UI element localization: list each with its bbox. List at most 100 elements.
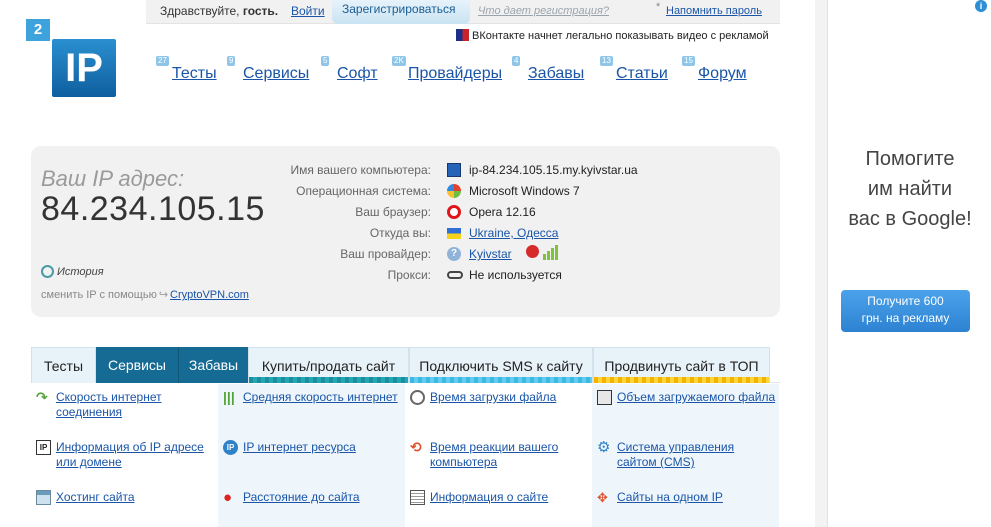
glasses-icon bbox=[447, 271, 463, 279]
tab-services[interactable]: Сервисы bbox=[96, 347, 178, 383]
tab-sms[interactable]: Подключить SMS к сайту bbox=[409, 347, 593, 383]
services-column: ↷ Скорость интернет соединения IP Информац… bbox=[31, 384, 218, 527]
ad-banner[interactable]: i Помогите им найти вас в Google! Получи… bbox=[827, 0, 991, 527]
tab-label[interactable]: Продвинуть сайт в ТОП bbox=[604, 358, 758, 374]
service-link[interactable]: IP интернет ресурса bbox=[243, 440, 403, 455]
service-link[interactable]: Время реакции вашего компьютера bbox=[430, 440, 590, 470]
main-nav: 27 Тесты 9 Сервисы 5 Софт 2K Провайдеры … bbox=[156, 56, 776, 96]
service-link[interactable]: Информация о сайте bbox=[430, 490, 590, 505]
service-link[interactable]: Объем загружаемого файла bbox=[617, 390, 777, 405]
info-value: Microsoft Windows 7 bbox=[469, 184, 580, 198]
service-link[interactable]: Информация об IP адресе или домене bbox=[56, 440, 216, 470]
news-text[interactable]: ВКонтакте начнет легально показывать вид… bbox=[472, 30, 769, 42]
news-line[interactable]: ВКонтакте начнет легально показывать вид… bbox=[456, 29, 769, 42]
service-link[interactable]: Скорость интернет соединения bbox=[56, 390, 216, 420]
service-link[interactable]: Средняя скорость интернет bbox=[243, 390, 403, 405]
computer-icon bbox=[447, 163, 461, 177]
logo-number: 2 bbox=[26, 19, 50, 41]
nav-badge: 2K bbox=[392, 56, 406, 66]
ip-caption: Ваш IP адрес: bbox=[41, 166, 185, 191]
ad-info-icon[interactable]: i bbox=[975, 0, 987, 12]
windows-icon bbox=[447, 184, 461, 198]
info-row-proxy: Прокси: Не используется bbox=[221, 265, 681, 286]
ip-box-icon: IP bbox=[36, 440, 51, 455]
redirect-arrow-icon: ↪ bbox=[158, 289, 169, 301]
ad-headline: Помогите им найти вас в Google! bbox=[828, 144, 991, 234]
nav-badge: 9 bbox=[227, 56, 236, 66]
history-label[interactable]: История bbox=[57, 266, 104, 278]
clock-icon bbox=[410, 390, 425, 405]
location-link[interactable]: Ukraine, Одесса bbox=[469, 226, 558, 240]
nav-label[interactable]: Статьи bbox=[616, 65, 668, 83]
nav-label[interactable]: Сервисы bbox=[243, 65, 309, 83]
nav-label[interactable]: Забавы bbox=[528, 65, 584, 83]
change-ip-prefix: сменить IP с помощью bbox=[41, 289, 157, 301]
info-row-provider: Ваш провайдер: ? Kyivstar bbox=[221, 244, 681, 265]
bug-icon[interactable] bbox=[526, 245, 539, 258]
signal-bars-icon[interactable] bbox=[543, 245, 559, 260]
services-grid: ↷ Скорость интернет соединения IP Информац… bbox=[31, 384, 780, 527]
nav-label[interactable]: Провайдеры bbox=[408, 65, 502, 83]
remind-password-link[interactable]: Напомнить пароль bbox=[666, 5, 762, 17]
provider-extras bbox=[526, 245, 559, 261]
ad-button-line: грн. на рекламу bbox=[861, 311, 950, 325]
tab-stripe bbox=[249, 377, 408, 383]
news-icon bbox=[456, 29, 469, 41]
register-button[interactable]: Зарегистрироваться bbox=[332, 0, 470, 24]
service-link[interactable]: Время загрузки файла bbox=[430, 390, 590, 405]
help-icon[interactable]: ? bbox=[447, 247, 461, 261]
service-link[interactable]: Сайты на одном IP bbox=[617, 490, 777, 505]
nav-badge: 5 bbox=[321, 56, 330, 66]
ad-sidebar: i Помогите им найти вас в Google! Получи… bbox=[815, 0, 991, 527]
ip-circle-icon: IP bbox=[223, 440, 238, 455]
service-link[interactable]: Хостинг сайта bbox=[56, 490, 216, 505]
login-link[interactable]: Войти bbox=[291, 4, 325, 18]
registration-benefits-link[interactable]: Что дает регистрация? bbox=[478, 5, 609, 17]
info-value: ip-84.234.105.15.my.kyivstar.ua bbox=[469, 163, 638, 177]
site-logo[interactable]: 2 IP bbox=[26, 19, 118, 99]
history-link[interactable]: История bbox=[41, 265, 104, 278]
services-column: Объем загружаемого файла ⚙ Система управл… bbox=[592, 384, 779, 527]
nav-badge: 15 bbox=[682, 56, 695, 66]
nav-label[interactable]: Форум bbox=[698, 65, 747, 83]
speed-arrow-icon: ↷ bbox=[36, 389, 48, 405]
reaction-icon: ⟲ bbox=[410, 439, 422, 455]
document-icon bbox=[410, 490, 425, 505]
ad-headline-line: вас в Google! bbox=[848, 208, 972, 230]
ukraine-flag-icon bbox=[447, 228, 461, 239]
cryptovpn-link[interactable]: CryptoVPN.com bbox=[170, 289, 249, 301]
info-row-location: Откуда вы: Ukraine, Одесса bbox=[221, 223, 681, 244]
top-bar: Здравствуйте, гость. Войти Зарегистриров… bbox=[146, 0, 780, 24]
tab-tests[interactable]: Тесты bbox=[31, 347, 96, 383]
network-icon: ✥ bbox=[597, 490, 608, 505]
info-row-os: Операционная система: Microsoft Windows … bbox=[221, 181, 681, 202]
greeting-user: гость. bbox=[242, 4, 279, 18]
frame-icon bbox=[597, 390, 612, 405]
tab-label[interactable]: Купить/продать сайт bbox=[262, 358, 395, 374]
services-column: Время загрузки файла ⟲ Время реакции ваше… bbox=[405, 384, 592, 527]
info-row-browser: Ваш браузер: Opera 12.16 bbox=[221, 202, 681, 223]
nav-label[interactable]: Тесты bbox=[172, 65, 217, 83]
ad-headline-line: Помогите bbox=[865, 148, 955, 170]
ad-headline-line: им найти bbox=[867, 178, 953, 200]
ad-cta-button[interactable]: Получите 600 грн. на рекламу bbox=[841, 290, 970, 332]
table-icon bbox=[36, 490, 51, 505]
change-ip: сменить IP с помощью ↪ CryptoVPN.com bbox=[41, 288, 249, 301]
section-tabs: Тесты Сервисы Забавы Купить/продать сайт… bbox=[31, 347, 780, 383]
info-key: Прокси: bbox=[387, 268, 431, 282]
tab-fun[interactable]: Забавы bbox=[178, 347, 248, 383]
info-value: Не используется bbox=[469, 268, 562, 282]
pin-icon: ● bbox=[223, 489, 233, 506]
logo-ip: IP bbox=[52, 39, 116, 97]
nav-label[interactable]: Софт bbox=[337, 65, 378, 83]
info-value: Opera 12.16 bbox=[469, 205, 536, 219]
tab-label[interactable]: Подключить SMS к сайту bbox=[419, 358, 582, 374]
history-icon bbox=[41, 265, 54, 278]
service-link[interactable]: Расстояние до сайта bbox=[243, 490, 403, 505]
info-key: Ваш провайдер: bbox=[340, 247, 431, 261]
tab-promote-top[interactable]: Продвинуть сайт в ТОП bbox=[593, 347, 770, 383]
service-link[interactable]: Система управления сайтом (CMS) bbox=[617, 440, 777, 470]
provider-link[interactable]: Kyivstar bbox=[469, 247, 512, 261]
tab-stripe bbox=[594, 377, 769, 383]
tab-buy-sell-site[interactable]: Купить/продать сайт bbox=[248, 347, 409, 383]
